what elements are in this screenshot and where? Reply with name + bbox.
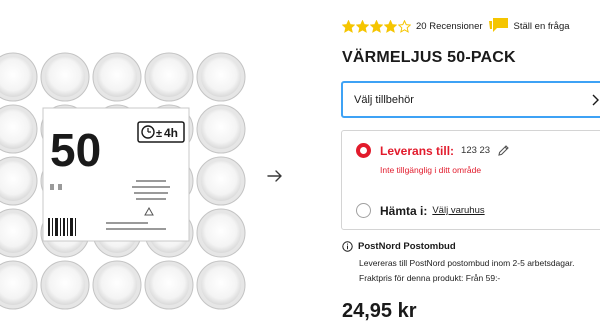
choose-store-link[interactable]: Välj varuhus <box>432 205 484 216</box>
review-count-link[interactable]: 20 Recensioner <box>416 21 483 32</box>
star-filled-icon <box>356 19 369 33</box>
tealight-candle <box>196 156 246 206</box>
tealight-candle <box>144 52 194 102</box>
pickup-label: Hämta i: <box>380 203 428 218</box>
tealight-candle <box>40 260 90 310</box>
package-duration: 4h <box>164 126 178 140</box>
tealight-candle <box>196 260 246 310</box>
rating-row: 20 Recensioner Ställ en fråga <box>342 16 570 36</box>
next-image-arrow[interactable] <box>263 164 287 188</box>
product-gallery: 50 ± 4h <box>0 0 300 330</box>
star-empty-icon <box>398 19 411 33</box>
clock-icon: ± 4h <box>137 121 185 143</box>
tealight-candle <box>92 52 142 102</box>
postnord-title: PostNord Postombud <box>358 241 456 252</box>
tealight-candle <box>92 260 142 310</box>
delivery-options: Leverans till: 123 23 Inte tillgänglig i… <box>341 130 600 230</box>
postnord-shipping-price: Fraktpris för denna produkt: Från 59:- <box>359 273 501 283</box>
postnord-info: PostNord Postombud Levereras till PostNo… <box>342 241 574 283</box>
accessory-select[interactable]: Välj tillbehör <box>341 81 600 118</box>
pencil-icon[interactable] <box>497 144 510 157</box>
delivery-radio[interactable] <box>356 143 371 158</box>
postnord-delivery-text: Levereras till PostNord postombud inom 2… <box>359 258 575 268</box>
product-info: 20 Recensioner Ställ en fråga VÄRMELJUS … <box>300 0 600 330</box>
tealight-candle <box>196 52 246 102</box>
package-count: 50 <box>50 124 101 176</box>
tealight-candle <box>144 260 194 310</box>
pickup-radio[interactable] <box>356 203 371 218</box>
pickup-option[interactable]: Hämta i: Välj varuhus <box>356 203 485 218</box>
delivery-option[interactable]: Leverans till: 123 23 <box>356 143 510 158</box>
chevron-right-icon <box>592 94 599 106</box>
accessory-select-label: Välj tillbehör <box>354 93 414 106</box>
star-filled-icon <box>342 19 355 33</box>
tealight-candle <box>40 52 90 102</box>
delivery-label: Leverans till: <box>380 143 455 158</box>
ask-question-link[interactable]: Ställ en fråga <box>488 17 570 35</box>
product-image: 50 ± 4h <box>0 50 248 330</box>
tealight-candle <box>196 208 246 258</box>
svg-text:±: ± <box>156 128 162 140</box>
tealight-candle <box>196 104 246 154</box>
ask-question-label: Ställ en fråga <box>513 20 570 32</box>
package-label: 50 ± 4h <box>42 107 190 242</box>
product-title: VÄRMELJUS 50-PACK <box>342 49 516 66</box>
info-icon <box>342 241 353 252</box>
delivery-postcode: 123 23 <box>461 145 491 156</box>
product-price: 24,95 kr <box>342 300 417 322</box>
star-filled-icon <box>384 19 397 33</box>
star-rating[interactable] <box>342 19 412 33</box>
star-filled-icon <box>370 19 383 33</box>
chat-bubble-icon <box>488 18 508 32</box>
delivery-status: Inte tillgänglig i ditt område <box>380 165 482 175</box>
